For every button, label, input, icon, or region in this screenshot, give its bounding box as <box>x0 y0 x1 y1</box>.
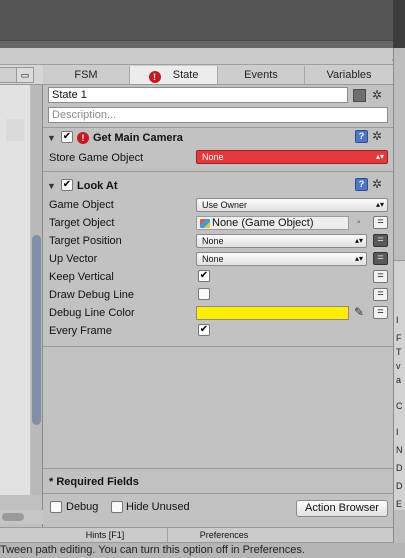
action-browser-button[interactable]: Action Browser <box>296 500 388 517</box>
dropdown-arrow-icon: ▴▾ <box>354 236 363 245</box>
variable-toggle-button[interactable]: = <box>373 234 388 247</box>
warning-icon: ! <box>148 71 161 83</box>
tab-fsm[interactable]: FSM <box>43 66 130 84</box>
field-label: Keep Vertical <box>49 271 114 283</box>
right-panel-text: E <box>396 499 403 509</box>
tab-state[interactable]: ! State <box>130 66 218 84</box>
graph-vertical-scrollbar[interactable] <box>31 85 42 495</box>
divider <box>43 171 393 172</box>
variable-toggle-button[interactable]: = <box>373 306 388 319</box>
status-bar: Tween path editing. You can turn this op… <box>0 543 405 558</box>
variable-toggle-button[interactable]: = <box>373 216 388 229</box>
collapse-arrow-icon[interactable]: ▼ <box>47 133 56 143</box>
action-title[interactable]: Look At <box>77 180 118 192</box>
gear-icon[interactable]: ✲ <box>372 178 382 190</box>
divider <box>43 346 393 347</box>
keep-vertical-checkbox[interactable]: ✔ <box>198 270 210 282</box>
hide-unused-label: Hide Unused <box>126 501 190 513</box>
divider <box>43 493 393 494</box>
right-panel-text: C <box>396 401 403 411</box>
state-color-swatch[interactable] <box>353 89 366 102</box>
debug-line-color-field[interactable] <box>196 306 349 320</box>
right-panel-text: a <box>396 375 402 385</box>
field-label: Target Object <box>49 217 115 229</box>
up-vector-dropdown[interactable]: None ▴▾ <box>196 252 367 266</box>
inspector-tabs: FSM ! State Events Variables <box>43 65 393 85</box>
minimize-icon[interactable]: ▭ <box>16 67 34 83</box>
state-name-field[interactable]: State 1 <box>48 87 348 103</box>
right-panel-content: I F T v a C I N D D E <box>394 260 405 510</box>
help-icon[interactable]: ? <box>355 130 368 143</box>
right-panel-text: T <box>396 347 402 357</box>
target-object-field[interactable]: None (Game Object) <box>196 216 349 230</box>
graph-tabs: ▭ <box>0 65 43 85</box>
every-frame-checkbox[interactable]: ✔ <box>198 324 210 336</box>
fsm-graph-panel: ▭ <box>0 65 43 527</box>
preferences-button[interactable]: Preferences <box>168 528 280 542</box>
dropdown-arrow-icon: ▴▾ <box>354 254 363 263</box>
panel-header <box>0 48 393 65</box>
field-label: Target Position <box>49 235 122 247</box>
target-position-dropdown[interactable]: None ▴▾ <box>196 234 367 248</box>
divider <box>43 127 393 128</box>
right-panel-text: N <box>396 445 403 455</box>
dropdown-arrow-icon: ▴▾ <box>375 152 384 161</box>
right-panel-text: I <box>396 315 399 325</box>
state-node[interactable] <box>6 119 24 141</box>
right-side-panel: I F T v a C I N D D E <box>393 48 405 543</box>
action-enabled-checkbox[interactable]: ✔ <box>61 131 73 143</box>
graph-horizontal-scrollbar[interactable] <box>0 510 43 524</box>
right-panel-text: D <box>396 481 403 491</box>
required-fields-note: * Required Fields <box>49 476 139 488</box>
eyedropper-icon[interactable]: ✎ <box>354 305 364 319</box>
object-picker-icon[interactable]: ◦ <box>357 217 361 228</box>
scene-scrollbar[interactable] <box>393 0 405 48</box>
variable-toggle-button[interactable]: = <box>373 288 388 301</box>
hscroll-thumb[interactable] <box>2 513 24 521</box>
state-inspector: FSM ! State Events Variables State 1 ✲ D… <box>43 65 393 527</box>
store-game-object-dropdown[interactable]: None ▴▾ <box>196 150 388 164</box>
description-field[interactable]: Description... <box>48 107 388 123</box>
field-label: Debug Line Color <box>49 307 135 319</box>
dropdown-arrow-icon: ▴▾ <box>375 200 384 209</box>
field-label: Up Vector <box>49 253 98 265</box>
gear-icon[interactable]: ✲ <box>372 89 382 101</box>
divider <box>43 468 393 469</box>
debug-checkbox[interactable] <box>50 501 62 513</box>
hide-unused-checkbox[interactable] <box>111 501 123 513</box>
error-icon: ! <box>77 132 89 144</box>
right-panel-text: v <box>396 361 401 371</box>
tab-variables[interactable]: Variables <box>305 66 393 84</box>
action-title[interactable]: Get Main Camera <box>93 132 183 144</box>
right-panel-text: I <box>396 427 399 437</box>
collapse-arrow-icon[interactable]: ▼ <box>47 181 56 191</box>
help-icon[interactable]: ? <box>355 178 368 191</box>
tab-events[interactable]: Events <box>218 66 305 84</box>
gameobject-icon <box>200 219 210 228</box>
game-object-dropdown[interactable]: Use Owner ▴▾ <box>196 198 388 212</box>
debug-label: Debug <box>66 501 99 513</box>
right-panel-text: D <box>396 463 403 473</box>
field-label: Game Object <box>49 199 114 211</box>
right-panel-text: F <box>396 333 402 343</box>
scene-view-area <box>0 0 405 48</box>
field-label: Draw Debug Line <box>49 289 134 301</box>
scene-view-bottom-strip <box>0 40 393 48</box>
gear-icon[interactable]: ✲ <box>372 130 382 142</box>
field-label: Every Frame <box>49 325 112 337</box>
draw-debug-line-checkbox[interactable] <box>198 288 210 300</box>
inspector-footer: Hints [F1] Preferences <box>0 527 393 543</box>
variable-toggle-button[interactable]: = <box>373 270 388 283</box>
graph-canvas[interactable] <box>0 85 30 495</box>
action-enabled-checkbox[interactable]: ✔ <box>61 179 73 191</box>
variable-toggle-button[interactable]: = <box>373 252 388 265</box>
scrollbar-thumb[interactable] <box>32 235 41 425</box>
field-label: Store Game Object <box>49 152 144 164</box>
hints-button[interactable]: Hints [F1] <box>43 528 168 542</box>
